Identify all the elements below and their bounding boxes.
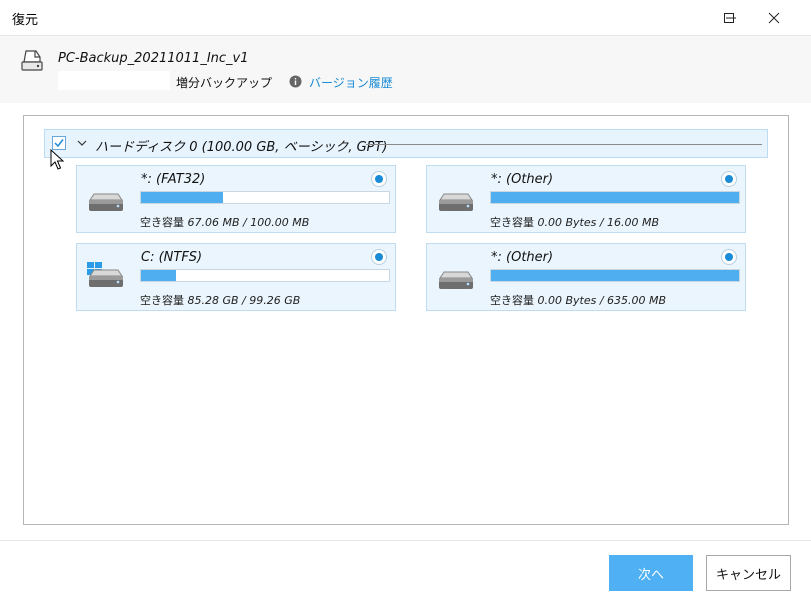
- usage-bar: [490, 191, 740, 204]
- free-space-label: 空き容量: [140, 294, 184, 307]
- backup-drive-icon: [21, 50, 43, 71]
- usage-bar-fill: [141, 270, 176, 281]
- maximize-icon: [724, 13, 734, 23]
- chevron-down-icon[interactable]: [77, 138, 87, 148]
- usage-bar: [140, 191, 390, 204]
- free-space-label: 空き容量: [490, 294, 534, 307]
- disk-checkbox[interactable]: [52, 136, 66, 150]
- radio-dot: [725, 175, 733, 183]
- close-button[interactable]: [751, 0, 797, 36]
- free-space: 空き容量 85.28 GB / 99.26 GB: [140, 292, 300, 308]
- window-title: 復元: [12, 13, 39, 28]
- checkmark-icon: [54, 139, 64, 148]
- free-space-value: 0.00 Bytes / 16.00 MB: [537, 216, 660, 229]
- free-space-value: 67.06 MB / 100.00 MB: [187, 216, 310, 229]
- disk-label: ハードディスク 0 (100.00 GB, ベーシック, GPT): [95, 140, 388, 155]
- free-space-label: 空き容量: [490, 216, 534, 229]
- windows-drive-icon: [87, 262, 123, 287]
- title-bar: [0, 0, 811, 36]
- mouse-cursor-icon: [50, 149, 64, 170]
- next-button[interactable]: 次へ: [609, 555, 693, 591]
- partition-name: *: (Other): [491, 172, 554, 187]
- partition-radio[interactable]: [371, 249, 387, 265]
- radio-dot: [375, 175, 383, 183]
- maximize-button[interactable]: [706, 0, 752, 36]
- partition-radio[interactable]: [721, 249, 737, 265]
- backup-name: PC-Backup_20211011_Inc_v1: [58, 51, 249, 66]
- partition-name: *: (FAT32): [141, 172, 206, 187]
- cancel-button[interactable]: キャンセル: [706, 555, 791, 591]
- radio-dot: [375, 253, 383, 261]
- partition-name: *: (Other): [491, 250, 554, 265]
- usage-bar: [490, 269, 740, 282]
- drive-icon: [439, 271, 473, 289]
- usage-bar-fill: [491, 192, 739, 203]
- free-space-label: 空き容量: [140, 216, 184, 229]
- usage-bar-fill: [491, 270, 739, 281]
- backup-header: [0, 36, 811, 103]
- usage-bar: [140, 269, 390, 282]
- info-icon: [289, 75, 302, 88]
- free-space-value: 85.28 GB / 99.26 GB: [187, 294, 301, 307]
- drive-icon: [89, 193, 123, 211]
- partition-radio[interactable]: [721, 171, 737, 187]
- backup-type: 増分バックアップ: [176, 76, 273, 90]
- free-space: 空き容量 0.00 Bytes / 16.00 MB: [490, 214, 659, 230]
- free-space: 空き容量 67.06 MB / 100.00 MB: [140, 214, 309, 230]
- disk-separator: [366, 144, 762, 145]
- close-icon: [768, 12, 780, 24]
- partition-radio[interactable]: [371, 171, 387, 187]
- partition-name: C: (NTFS): [141, 250, 203, 265]
- version-history-link[interactable]: バージョン履歴: [309, 74, 393, 91]
- footer-divider: [0, 540, 811, 541]
- redacted-field: [58, 71, 170, 90]
- free-space-value: 0.00 Bytes / 635.00 MB: [537, 294, 667, 307]
- usage-bar-fill: [141, 192, 223, 203]
- free-space: 空き容量 0.00 Bytes / 635.00 MB: [490, 292, 666, 308]
- radio-dot: [725, 253, 733, 261]
- drive-icon: [439, 193, 473, 211]
